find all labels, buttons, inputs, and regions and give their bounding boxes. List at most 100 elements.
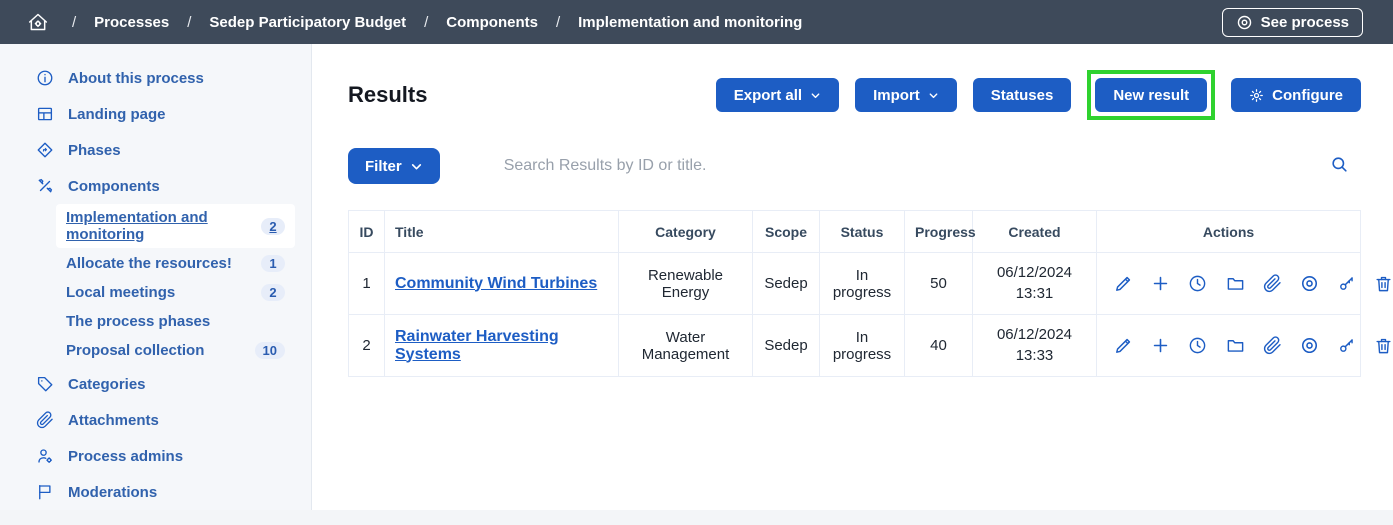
created-time: 13:33 [983,346,1086,366]
import-button[interactable]: Import [855,78,957,112]
phases-icon [36,141,54,159]
result-title-link[interactable]: Community Wind Turbines [395,275,597,292]
sidebar-item-categories[interactable]: Categories [0,366,311,402]
sidebar-item-label: Process admins [68,448,183,465]
sub-item-label: The process phases [66,313,210,330]
paperclip-icon [36,411,54,429]
sidebar-item-label: Attachments [68,412,159,429]
home-icon[interactable] [28,12,48,32]
breadcrumb-bar: / Processes / Sedep Participatory Budget… [0,0,1393,44]
created-date: 06/12/2024 [983,325,1086,345]
edit-icon[interactable] [1114,274,1133,293]
sidebar-item-label: Components [68,178,160,195]
search-icon[interactable] [1326,151,1353,181]
cell-category: Renewable Energy [619,253,753,315]
history-icon[interactable] [1188,336,1207,355]
cell-status: In progress [820,253,905,315]
sidebar-item-allocate-the-resources[interactable]: Allocate the resources! 1 [56,250,295,277]
breadcrumb-processes[interactable]: Processes [94,14,169,31]
chevron-down-icon [410,160,423,173]
folder-icon[interactable] [1226,336,1245,355]
gear-icon [1249,88,1264,103]
delete-icon[interactable] [1374,336,1393,355]
sidebar-item-the-process-phases[interactable]: The process phases [56,308,295,335]
sidebar-item-label: Landing page [68,106,166,123]
count-badge: 2 [261,284,285,301]
sidebar-item-about[interactable]: About this process [0,60,311,96]
edit-icon[interactable] [1114,336,1133,355]
breadcrumb-current-component[interactable]: Implementation and monitoring [578,14,802,31]
import-label: Import [873,87,920,104]
breadcrumb-process-name[interactable]: Sedep Participatory Budget [209,14,406,31]
results-table: ID Title Category Scope Status Progress … [348,210,1361,377]
folder-icon[interactable] [1226,274,1245,293]
sidebar-item-local-meetings[interactable]: Local meetings 2 [56,279,295,306]
count-badge: 2 [261,218,285,235]
cell-id: 2 [349,315,385,377]
sub-item-label: Implementation and monitoring [66,209,261,243]
permissions-icon[interactable] [1337,274,1356,293]
attachment-icon[interactable] [1263,274,1282,293]
sidebar-item-attachments[interactable]: Attachments [0,402,311,438]
table-header-row: ID Title Category Scope Status Progress … [349,211,1361,253]
sidebar-item-label: Categories [68,376,146,393]
cell-created: 06/12/2024 13:33 [973,315,1097,377]
permissions-icon[interactable] [1337,336,1356,355]
sidebar-item-moderations[interactable]: Moderations [0,474,311,510]
export-all-button[interactable]: Export all [716,78,839,112]
column-header-progress: Progress [905,211,973,253]
main-content: Results Export all Import Statuses [312,44,1393,510]
tag-icon [36,375,54,393]
column-header-category: Category [619,211,753,253]
add-icon[interactable] [1151,274,1170,293]
column-header-scope: Scope [753,211,820,253]
attachment-icon[interactable] [1263,336,1282,355]
created-date: 06/12/2024 [983,263,1086,283]
new-result-button[interactable]: New result [1095,78,1207,112]
sub-item-label: Proposal collection [66,342,204,359]
result-title-link[interactable]: Rainwater Harvesting Systems [395,328,559,363]
cell-id: 1 [349,253,385,315]
search-input[interactable] [468,157,1326,175]
sidebar-item-implementation-and-monitoring[interactable]: Implementation and monitoring 2 [56,204,295,248]
column-header-actions: Actions [1097,211,1361,253]
cell-actions [1097,315,1361,377]
chevron-down-icon [810,90,821,101]
flag-icon [36,483,54,501]
count-badge: 1 [261,255,285,272]
see-process-button[interactable]: See process [1222,8,1363,37]
column-header-created: Created [973,211,1097,253]
sidebar-item-components[interactable]: Components [0,168,311,204]
cell-scope: Sedep [753,315,820,377]
filter-button[interactable]: Filter [348,148,440,184]
delete-icon[interactable] [1374,274,1393,293]
breadcrumb-components[interactable]: Components [446,14,538,31]
sidebar-item-label: Moderations [68,484,157,501]
tools-icon [36,177,54,195]
sidebar-item-process-admins[interactable]: Process admins [0,438,311,474]
user-gear-icon [36,447,54,465]
configure-button[interactable]: Configure [1231,78,1361,112]
history-icon[interactable] [1188,274,1207,293]
breadcrumb-separator: / [556,14,560,31]
page-title: Results [348,82,427,108]
sub-item-label: Local meetings [66,284,175,301]
table-row: 1 Community Wind Turbines Renewable Ener… [349,253,1361,315]
preview-icon[interactable] [1300,336,1319,355]
new-result-label: New result [1113,87,1189,104]
sub-item-label: Allocate the resources! [66,255,232,272]
sidebar-item-proposal-collection[interactable]: Proposal collection 10 [56,337,295,364]
cell-progress: 50 [905,253,973,315]
sidebar-item-phases[interactable]: Phases [0,132,311,168]
sidebar-item-landing-page[interactable]: Landing page [0,96,311,132]
sidebar-item-label: About this process [68,70,204,87]
table-row: 2 Rainwater Harvesting Systems Water Man… [349,315,1361,377]
statuses-button[interactable]: Statuses [973,78,1072,112]
breadcrumb-separator: / [72,14,76,31]
preview-icon[interactable] [1300,274,1319,293]
chevron-down-icon [928,90,939,101]
cell-progress: 40 [905,315,973,377]
add-icon[interactable] [1151,336,1170,355]
sidebar-item-label: Phases [68,142,121,159]
highlight-box: New result [1087,70,1215,120]
